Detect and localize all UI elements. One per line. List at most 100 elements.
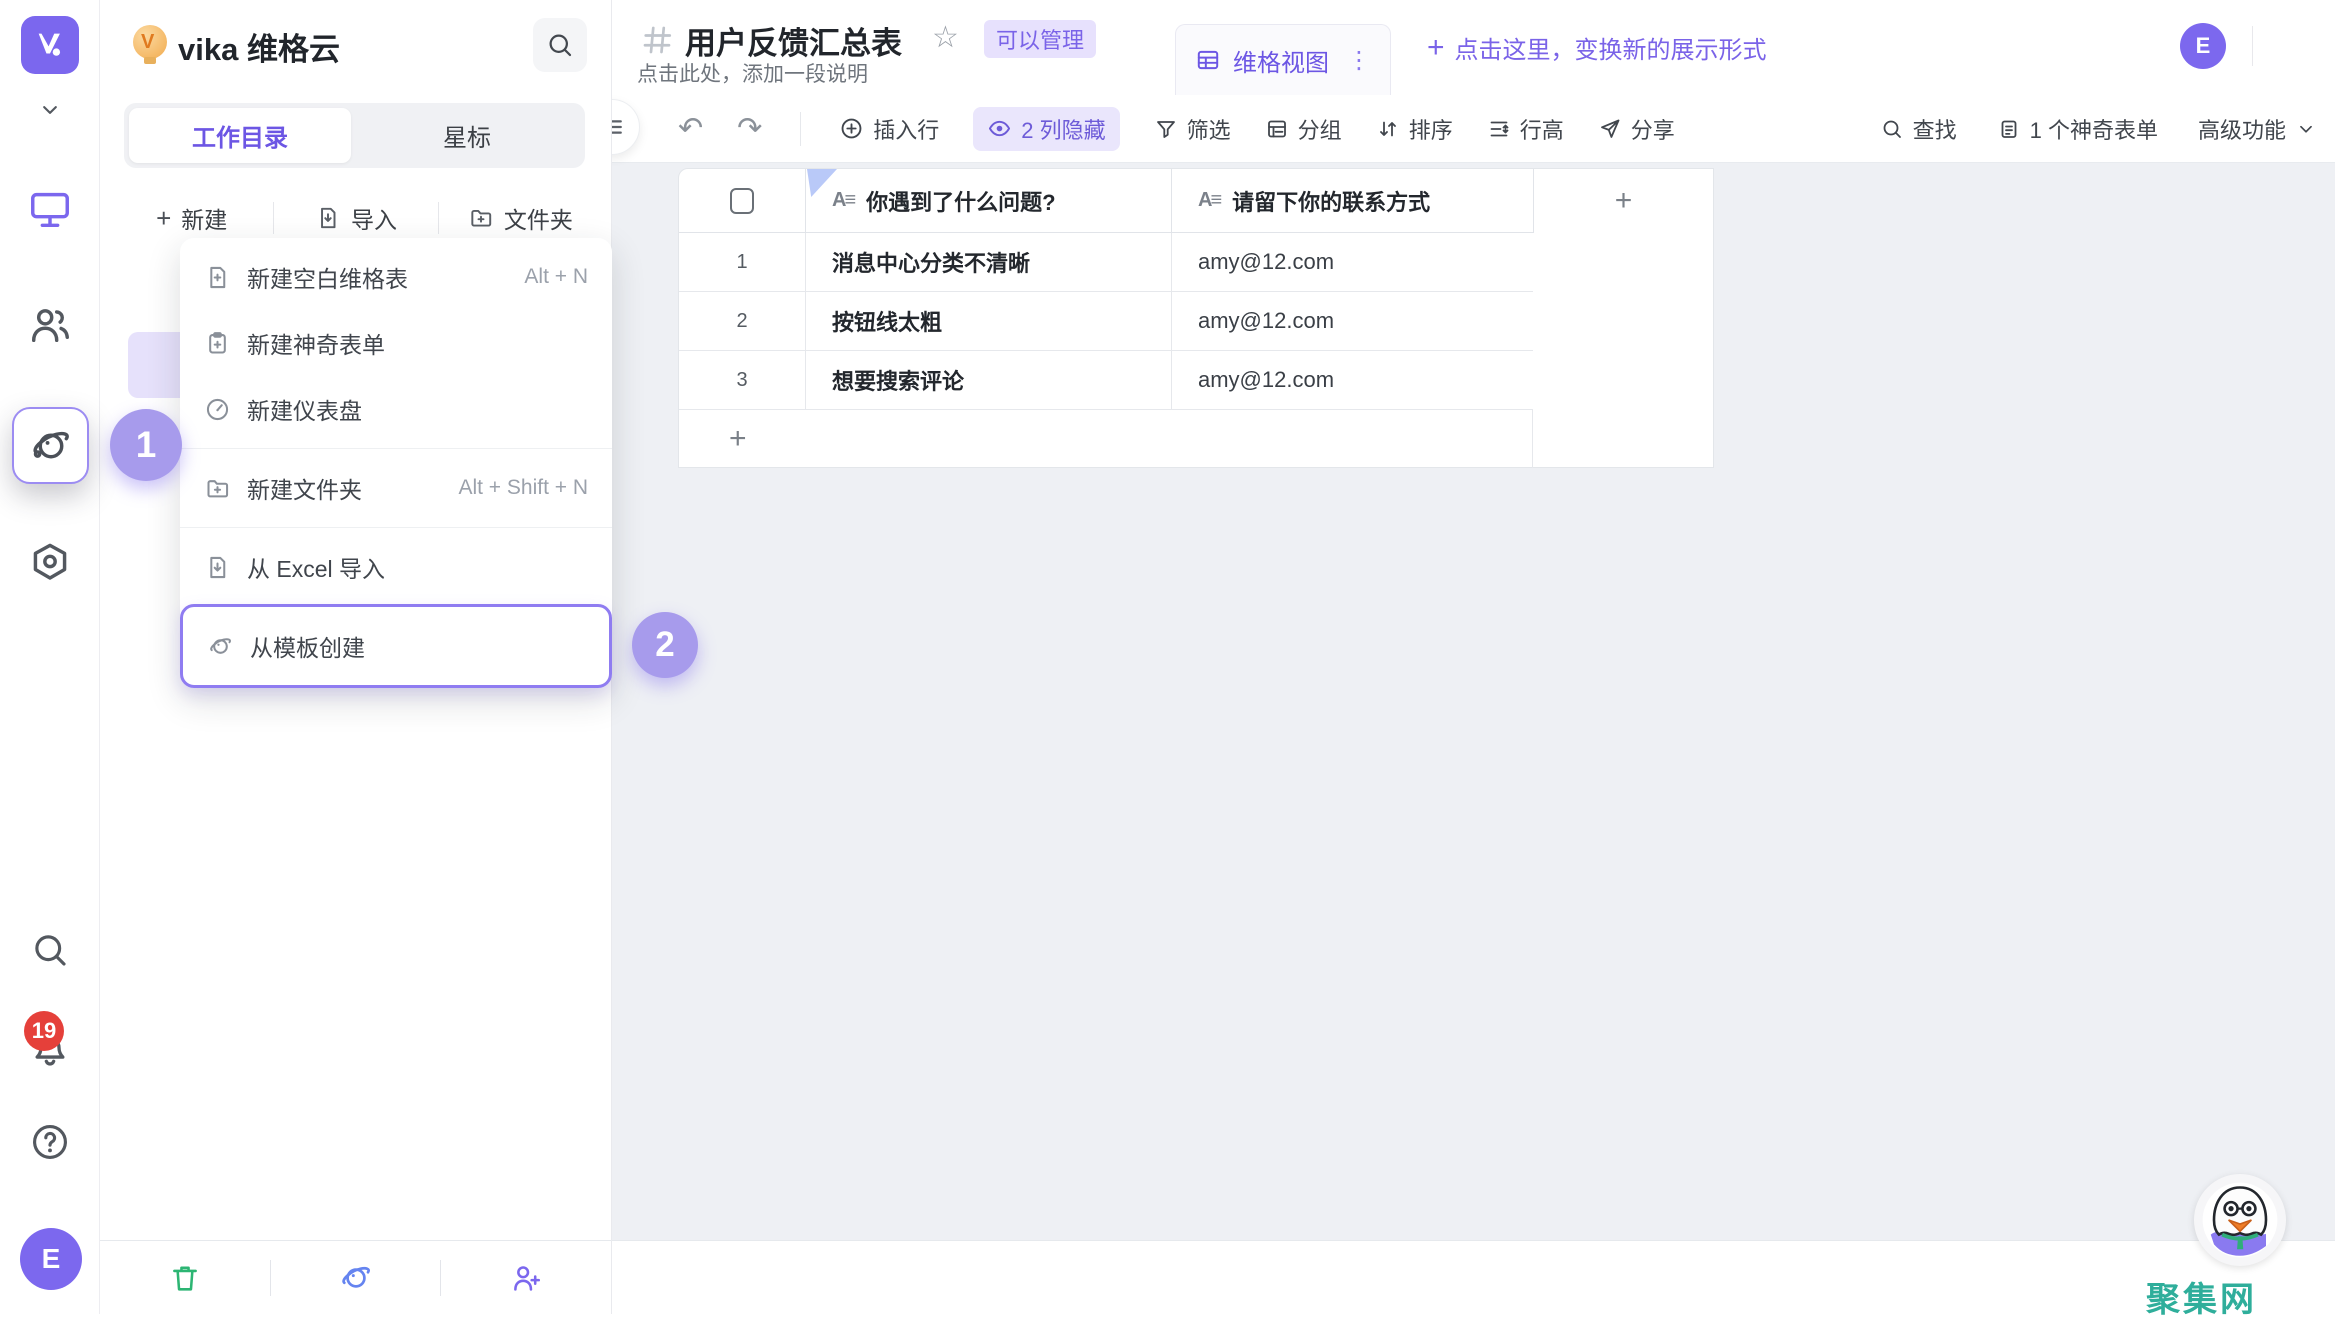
menu-item-label: 新建文件夹 (247, 471, 362, 505)
sidebar: V vika 维格云 工作目录 星标 + 新建 导入 文件夹 (100, 0, 612, 1314)
mascot-widget[interactable] (2194, 1174, 2286, 1266)
vika-logo[interactable] (21, 16, 79, 74)
view-menu-kebab-icon[interactable]: ⋮ (1347, 46, 1371, 75)
column-header-contact[interactable]: A≡ 请留下你的联系方式 (1171, 169, 1533, 233)
sheet-header: 用户反馈汇总表 ☆ 可以管理 点击此处，添加一段说明 维格视图 ⋮ + 点击这里… (612, 0, 2335, 95)
sidebar-footer (100, 1240, 611, 1314)
hexagon-gear-icon (27, 540, 73, 586)
magic-form-button[interactable]: 1 个神奇表单 (1997, 113, 2158, 145)
undo-button[interactable]: ↶ (678, 111, 703, 146)
rail-item-contacts[interactable] (0, 302, 100, 348)
redo-button[interactable]: ↷ (737, 111, 762, 146)
checkbox-icon[interactable] (730, 188, 754, 214)
menu-item-create-from-template[interactable]: 从模板创建 (180, 604, 612, 688)
sort-button[interactable]: 排序 (1376, 113, 1453, 145)
menu-item-new-datasheet[interactable]: 新建空白维格表 Alt + N (180, 244, 612, 310)
problem-cell[interactable]: 按钮线太粗 (805, 292, 1171, 351)
sidebar-search-button[interactable] (533, 18, 587, 72)
contact-cell[interactable]: amy@12.com (1171, 351, 1533, 410)
rail-search[interactable] (0, 929, 100, 971)
table-row: 3 想要搜索评论 amy@12.com (679, 351, 1533, 410)
find-button[interactable]: 查找 (1880, 113, 1957, 145)
guide-step-2-badge: 2 (632, 612, 698, 678)
table-row: 1 消息中心分类不清晰 amy@12.com (679, 233, 1533, 292)
column-header-label: 你遇到了什么问题? (866, 185, 1055, 217)
hidden-columns-button[interactable]: 2 列隐藏 (973, 107, 1119, 151)
data-grid: A≡ 你遇到了什么问题? A≡ 请留下你的联系方式 + 1 消息中心分类不清晰 … (678, 168, 1714, 468)
menu-item-import-excel[interactable]: 从 Excel 导入 (180, 534, 612, 600)
invite-member-button[interactable] (441, 1261, 611, 1295)
magic-form-label: 1 个神奇表单 (2030, 113, 2158, 145)
menu-item-shortcut: Alt + N (524, 265, 588, 289)
chevron-down-icon (36, 96, 64, 124)
row-number-cell[interactable]: 1 (679, 233, 805, 292)
rail-help[interactable] (0, 1121, 100, 1163)
plus-icon: + (1427, 31, 1445, 65)
row-number-cell[interactable]: 3 (679, 351, 805, 410)
text-field-icon: A≡ (832, 189, 854, 212)
group-icon (1265, 117, 1289, 141)
menu-item-new-magic-form[interactable]: 新建神奇表单 (180, 310, 612, 376)
divider (180, 448, 612, 449)
select-all-cell[interactable] (679, 169, 805, 233)
import-label: 导入 (351, 201, 397, 235)
row-height-button[interactable]: 行高 (1487, 113, 1564, 145)
sheet-description[interactable]: 点击此处，添加一段说明 (637, 58, 868, 88)
guide-step-1-badge: 1 (110, 409, 182, 481)
tab-work-directory[interactable]: 工作目录 (129, 108, 351, 163)
star-icon[interactable]: ☆ (932, 20, 959, 55)
rail-item-settings[interactable] (0, 540, 100, 586)
row-height-icon (1487, 117, 1511, 141)
advanced-features-button[interactable]: 高级功能 (2198, 113, 2317, 145)
group-button[interactable]: 分组 (1265, 113, 1342, 145)
file-import-icon (204, 554, 231, 581)
new-node-label: 新建 (181, 201, 227, 235)
column-header-problem[interactable]: A≡ 你遇到了什么问题? (805, 169, 1171, 233)
menu-item-new-folder[interactable]: 新建文件夹 Alt + Shift + N (180, 455, 612, 521)
file-plus-icon (204, 264, 231, 291)
sort-arrows-icon (1376, 117, 1400, 141)
rail-avatar[interactable]: E (20, 1228, 82, 1290)
table-row: 2 按钮线太粗 amy@12.com (679, 292, 1533, 351)
find-label: 查找 (1913, 113, 1957, 145)
workspace-switcher-chevron[interactable] (0, 96, 100, 124)
add-view-button[interactable]: + 点击这里，变换新的展示形式 (1427, 0, 1767, 95)
trash-button[interactable] (100, 1261, 270, 1295)
add-column-button[interactable]: + (1533, 169, 1713, 233)
sheet-title[interactable]: 用户反馈汇总表 (685, 18, 902, 63)
problem-cell[interactable]: 想要搜索评论 (805, 351, 1171, 410)
rail-notifications[interactable]: 19 (0, 1025, 100, 1069)
tab-starred[interactable]: 星标 (352, 103, 582, 168)
contact-cell[interactable]: amy@12.com (1171, 233, 1533, 292)
import-button[interactable]: 导入 (274, 201, 437, 235)
rail-item-workbench[interactable] (0, 186, 100, 232)
view-tab-grid[interactable]: 维格视图 ⋮ (1175, 24, 1391, 95)
new-folder-button[interactable]: 文件夹 (439, 201, 602, 235)
main-area: 用户反馈汇总表 ☆ 可以管理 点击此处，添加一段说明 维格视图 ⋮ + 点击这里… (612, 0, 2335, 1314)
user-avatar[interactable]: E (2180, 23, 2226, 69)
sidebar-header: V vika 维格云 (100, 0, 611, 95)
row-number-cell[interactable]: 2 (679, 292, 805, 351)
grid-view-icon (1195, 47, 1221, 73)
chevron-down-icon (2295, 118, 2317, 140)
insert-row-button[interactable]: 插入行 (839, 113, 939, 145)
divider (180, 527, 612, 528)
filter-button[interactable]: 筛选 (1154, 113, 1231, 145)
search-icon (545, 30, 575, 60)
problem-cell[interactable]: 消息中心分类不清晰 (805, 233, 1171, 292)
menu-item-new-dashboard[interactable]: 新建仪表盘 (180, 376, 612, 442)
toolbar: ↶ ↷ 插入行 2 列隐藏 筛选 分组 排序 (612, 95, 2335, 163)
template-center-button[interactable] (271, 1260, 441, 1296)
icon-rail: 19 E (0, 0, 100, 1314)
clipboard-icon (1997, 117, 2021, 141)
rail-item-templates[interactable] (12, 407, 89, 484)
new-node-button[interactable]: + 新建 (110, 201, 273, 235)
circle-plus-icon (839, 116, 864, 141)
share-button[interactable]: 分享 (1598, 113, 1675, 145)
notification-badge: 19 (24, 1011, 64, 1051)
add-row-button[interactable]: + (679, 410, 1533, 468)
plus-icon: + (729, 422, 747, 456)
contact-cell[interactable]: amy@12.com (1171, 292, 1533, 351)
divider (2252, 26, 2253, 66)
share-label: 分享 (1631, 113, 1675, 145)
